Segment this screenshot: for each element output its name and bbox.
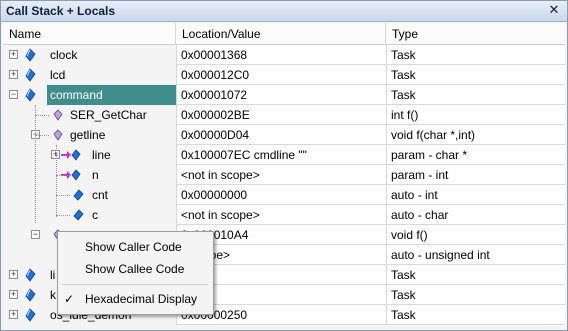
location-value-cell[interactable]: 0x00000000 bbox=[176, 185, 386, 205]
column-header-name[interactable]: Name bbox=[3, 23, 176, 44]
row-name: n bbox=[92, 168, 99, 182]
location-value-cell[interactable]: 0x000002BE bbox=[176, 105, 386, 125]
type-cell: void f(char *,int) bbox=[386, 125, 565, 145]
row-name: lcd bbox=[50, 68, 66, 82]
type-cell: auto - unsigned int bbox=[386, 245, 565, 265]
tree-connector-line bbox=[56, 195, 70, 196]
function-icon bbox=[51, 108, 65, 122]
task-icon bbox=[23, 88, 37, 102]
name-cell[interactable]: c bbox=[3, 205, 176, 225]
menu-item-label: Show Caller Code bbox=[85, 240, 182, 254]
expand-icon[interactable]: + bbox=[9, 270, 18, 279]
type-cell: Task bbox=[386, 265, 565, 285]
table-row[interactable]: + line 0x100007EC cmdline "" param - char * bbox=[3, 145, 565, 165]
menu-item-label: Show Callee Code bbox=[85, 262, 185, 276]
name-cell[interactable]: − getline bbox=[3, 125, 176, 145]
name-cell[interactable]: SER_GetChar bbox=[3, 105, 176, 125]
location-value-cell[interactable]: <not in scope> bbox=[176, 165, 386, 185]
table-row[interactable]: SER_GetChar 0x000002BE int f() bbox=[3, 105, 565, 125]
location-value-cell[interactable]: <not in scope> bbox=[176, 205, 386, 225]
type-cell: void f() bbox=[386, 225, 565, 245]
collapse-icon[interactable]: − bbox=[9, 90, 18, 99]
window-title: Call Stack + Locals bbox=[6, 4, 116, 18]
table-row[interactable]: − getline 0x00000D04 void f(char *,int) bbox=[3, 125, 565, 145]
call-stack-locals-window: Call Stack + Locals ✕ Name Location/Valu… bbox=[0, 0, 568, 331]
name-cell[interactable]: + clock bbox=[3, 45, 176, 65]
menu-item-show-caller-code[interactable]: Show Caller Code bbox=[58, 236, 213, 258]
close-icon[interactable]: ✕ bbox=[547, 3, 561, 17]
row-name: line bbox=[92, 148, 111, 162]
expand-icon[interactable]: + bbox=[9, 70, 18, 79]
table-row[interactable]: cnt 0x00000000 auto - int bbox=[3, 185, 565, 205]
table-row[interactable]: + lcd 0x000012C0 Task bbox=[3, 65, 565, 85]
location-value-cell[interactable]: 0x00001368 bbox=[176, 45, 386, 65]
checkmark-icon: ✓ bbox=[64, 292, 75, 306]
type-cell: auto - int bbox=[386, 185, 565, 205]
column-header: Name Location/Value Type bbox=[3, 23, 565, 45]
type-cell: Task bbox=[386, 65, 565, 85]
type-cell: Task bbox=[386, 45, 565, 65]
type-cell: int f() bbox=[386, 105, 565, 125]
type-cell: param - int bbox=[386, 165, 565, 185]
task-icon bbox=[23, 288, 37, 302]
task-icon bbox=[23, 268, 37, 282]
name-cell[interactable]: cnt bbox=[3, 185, 176, 205]
location-value-cell[interactable]: 0x00001072 bbox=[176, 85, 386, 105]
row-name: SER_GetChar bbox=[70, 108, 147, 122]
collapse-icon[interactable]: − bbox=[31, 230, 40, 239]
tree-connector-line bbox=[35, 135, 49, 136]
type-cell: Task bbox=[386, 285, 565, 305]
expand-icon[interactable]: + bbox=[9, 50, 18, 59]
title-bar: Call Stack + Locals ✕ bbox=[1, 1, 567, 22]
type-cell: Task bbox=[386, 85, 565, 105]
function-icon bbox=[51, 128, 65, 142]
menu-item-hexadecimal-display[interactable]: ✓ Hexadecimal Display bbox=[58, 288, 213, 310]
row-name: getline bbox=[70, 128, 106, 142]
expand-icon[interactable]: + bbox=[9, 290, 18, 299]
row-name: command bbox=[47, 85, 176, 105]
row-name: cnt bbox=[92, 188, 109, 202]
variable-icon bbox=[71, 188, 85, 202]
location-value-cell[interactable]: 0x00000D04 bbox=[176, 125, 386, 145]
tree-connector-line bbox=[56, 175, 70, 176]
row-name: c bbox=[92, 208, 98, 222]
menu-separator bbox=[62, 284, 208, 285]
tree-connector-line bbox=[35, 105, 36, 223]
type-cell: param - char * bbox=[386, 145, 565, 165]
name-cell[interactable]: − command bbox=[3, 85, 176, 105]
type-cell: auto - char bbox=[386, 205, 565, 225]
table-row[interactable]: n <not in scope> param - int bbox=[3, 165, 565, 185]
tree-connector-line bbox=[56, 215, 70, 216]
tree-connector-line bbox=[56, 155, 70, 156]
table-row[interactable]: − command 0x00001072 Task bbox=[3, 85, 565, 105]
name-cell[interactable]: + lcd bbox=[3, 65, 176, 85]
column-header-type[interactable]: Type bbox=[386, 23, 565, 44]
table-row[interactable]: c <not in scope> auto - char bbox=[3, 205, 565, 225]
menu-item-label: Hexadecimal Display bbox=[85, 292, 198, 306]
row-name: clock bbox=[50, 48, 78, 62]
name-cell[interactable]: + line bbox=[3, 145, 176, 165]
variable-icon bbox=[71, 208, 85, 222]
task-icon bbox=[23, 48, 37, 62]
name-cell[interactable]: n bbox=[3, 165, 176, 185]
expand-icon[interactable]: + bbox=[9, 310, 18, 319]
task-icon bbox=[23, 68, 37, 82]
menu-item-show-callee-code[interactable]: Show Callee Code bbox=[58, 258, 213, 280]
type-cell: Task bbox=[386, 305, 565, 325]
location-value-cell[interactable]: 0x100007EC cmdline "" bbox=[176, 145, 386, 165]
column-header-location-value[interactable]: Location/Value bbox=[176, 23, 386, 44]
task-icon bbox=[23, 308, 37, 322]
table-row[interactable]: + clock 0x00001368 Task bbox=[3, 45, 565, 65]
location-value-cell[interactable]: 0x000012C0 bbox=[176, 65, 386, 85]
tree-connector-line bbox=[35, 115, 49, 116]
context-menu: Show Caller Code Show Callee Code ✓ Hexa… bbox=[57, 231, 214, 315]
